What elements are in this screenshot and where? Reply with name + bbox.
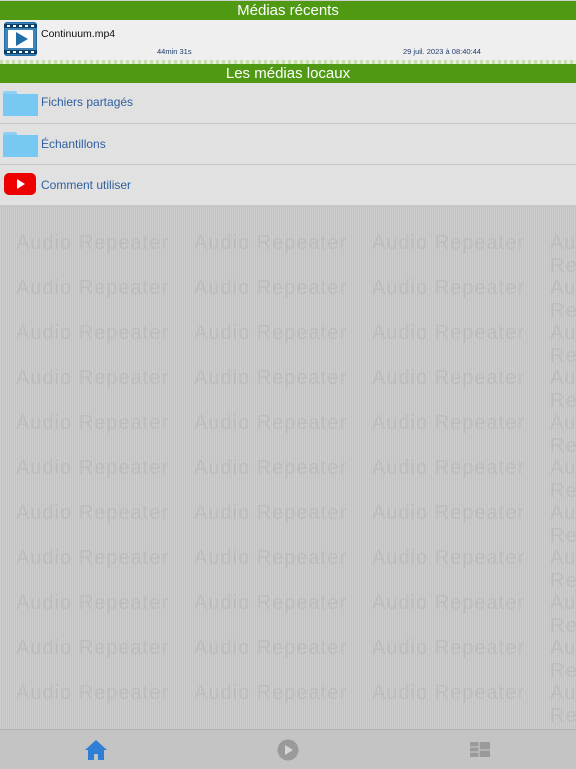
watermark-text: Audio Repeater <box>550 232 576 277</box>
local-media-header: Les médias locaux <box>0 64 576 83</box>
recent-media-date: 29 juil. 2023 à 08:40:44 <box>403 47 481 56</box>
local-media-list: Fichiers partagés Échantillons Comment u… <box>0 83 576 206</box>
watermark-text: Audio Repeater <box>16 232 169 254</box>
watermark-text: Audio Repeater <box>550 592 576 637</box>
folder-icon <box>3 132 38 158</box>
watermark-text: Audio Repeater <box>372 682 525 704</box>
watermark-text: Audio Repeater <box>194 367 347 389</box>
watermark-text: Audio Repeater <box>16 547 169 569</box>
bottom-tab-bar <box>0 729 576 769</box>
watermark-text: Audio Repeater <box>16 412 169 434</box>
list-item-how-to-use[interactable]: Comment utiliser <box>0 165 576 206</box>
watermark-text: Audio Repeater <box>550 457 576 502</box>
video-file-icon <box>4 22 37 56</box>
watermark-text: Audio Repeater <box>194 637 347 659</box>
watermark-text: Audio Repeater <box>550 547 576 592</box>
watermark-text: Audio Repeater <box>550 277 576 322</box>
watermark-text: Audio Repeater <box>194 682 347 704</box>
recent-media-list: Continuum.mp4 44min 31s 29 juil. 2023 à … <box>0 20 576 60</box>
watermark-text: Audio Repeater <box>372 322 525 344</box>
watermark-text: Audio Repeater <box>194 457 347 479</box>
recent-media-title: Continuum.mp4 <box>41 28 116 40</box>
watermark-text: Audio Repeater <box>194 232 347 254</box>
grid-icon <box>470 742 490 757</box>
recent-media-duration: 44min 31s <box>157 47 192 56</box>
list-item-shared-files[interactable]: Fichiers partagés <box>0 83 576 124</box>
watermark-text: Audio Repeater <box>194 322 347 344</box>
watermark-text: Audio Repeater <box>194 547 347 569</box>
watermark-background: Audio Repeater Audio Repeater Audio Repeat… <box>0 206 576 729</box>
list-item-samples[interactable]: Échantillons <box>0 124 576 165</box>
watermark-text: Audio Repeater <box>550 367 576 412</box>
watermark-text: Audio Repeater <box>550 637 576 682</box>
watermark-text: Audio Repeater <box>550 682 576 727</box>
watermark-text: Audio Repeater <box>194 277 347 299</box>
play-circle-icon <box>277 739 299 761</box>
recent-media-item[interactable]: Continuum.mp4 44min 31s 29 juil. 2023 à … <box>0 20 576 60</box>
watermark-text: Audio Repeater <box>550 412 576 457</box>
home-icon <box>85 740 107 760</box>
watermark-text: Audio Repeater <box>372 412 525 434</box>
watermark-text: Audio Repeater <box>16 277 169 299</box>
watermark-text: Audio Repeater <box>372 232 525 254</box>
watermark-text: Audio Repeater <box>372 637 525 659</box>
watermark-text: Audio Repeater <box>16 502 169 524</box>
list-item-label: Échantillons <box>41 137 106 151</box>
tab-player[interactable] <box>258 730 318 769</box>
watermark-text: Audio Repeater <box>16 682 169 704</box>
watermark-text: Audio Repeater <box>16 592 169 614</box>
watermark-text: Audio Repeater <box>194 592 347 614</box>
watermark-text: Audio Repeater <box>16 457 169 479</box>
watermark-text: Audio Repeater <box>16 637 169 659</box>
watermark-text: Audio Repeater <box>16 322 169 344</box>
folder-icon <box>3 91 38 117</box>
watermark-text: Audio Repeater <box>372 367 525 389</box>
watermark-text: Audio Repeater <box>372 547 525 569</box>
watermark-text: Audio Repeater <box>16 367 169 389</box>
list-item-label: Fichiers partagés <box>41 95 134 109</box>
watermark-text: Audio Repeater <box>550 502 576 547</box>
watermark-text: Audio Repeater <box>194 412 347 434</box>
youtube-icon <box>4 173 36 195</box>
watermark-text: Audio Repeater <box>372 277 525 299</box>
watermark-text: Audio Repeater <box>372 457 525 479</box>
watermark-text: Audio Repeater <box>550 322 576 367</box>
list-item-label: Comment utiliser <box>41 178 132 192</box>
recent-media-header: Médias récents <box>0 1 576 20</box>
tab-home[interactable] <box>66 730 126 769</box>
watermark-text: Audio Repeater <box>372 592 525 614</box>
watermark-text: Audio Repeater <box>194 502 347 524</box>
tab-library[interactable] <box>450 730 510 769</box>
watermark-text: Audio Repeater <box>372 502 525 524</box>
